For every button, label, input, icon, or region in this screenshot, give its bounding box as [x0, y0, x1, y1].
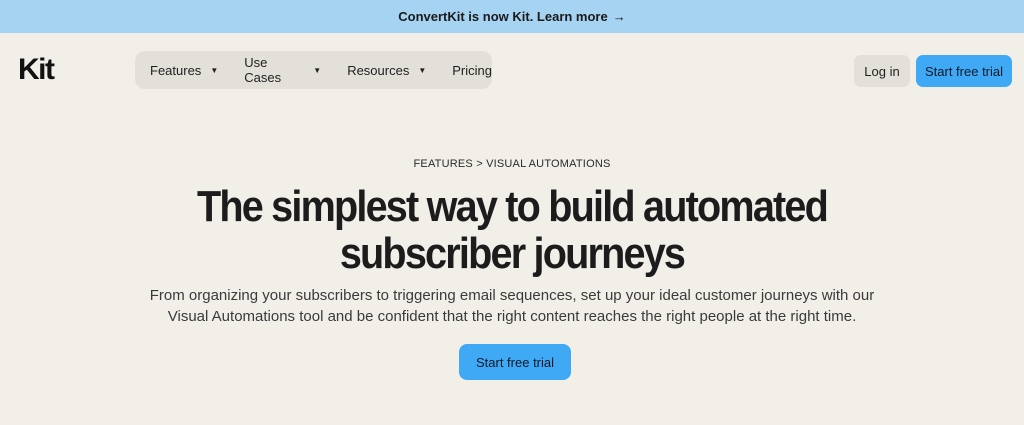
nav-item-use-cases[interactable]: Use Cases ▼	[244, 55, 321, 85]
nav-item-resources[interactable]: Resources ▼	[347, 63, 426, 78]
main-navigation: Kit Features ▼ Use Cases ▼ Resources ▼ P…	[0, 33, 1024, 108]
caret-down-icon: ▼	[313, 65, 322, 75]
description-line-2: Visual Automations tool and be confident…	[167, 308, 857, 325]
description-line-1: From organizing your subscribers to trig…	[149, 287, 875, 304]
hero-description: From organizing your subscribers to trig…	[0, 285, 1024, 327]
caret-down-icon: ▼	[418, 65, 427, 75]
banner-text[interactable]: ConvertKit is now Kit. Learn more	[398, 9, 607, 24]
nav-menu: Features ▼ Use Cases ▼ Resources ▼ Prici…	[135, 51, 492, 89]
arrow-right-icon: →	[612, 9, 626, 24]
nav-item-features[interactable]: Features ▼	[150, 63, 218, 78]
headline-line-1: The simplest way to build automated	[196, 182, 829, 231]
nav-item-label: Features	[150, 62, 202, 78]
login-button[interactable]: Log in	[854, 55, 910, 87]
announcement-banner[interactable]: ConvertKit is now Kit. Learn more →	[0, 0, 1024, 33]
nav-item-label: Resources	[347, 62, 410, 78]
headline-line-2: subscriber journeys	[339, 229, 686, 278]
breadcrumb: FEATURES > VISUAL AUTOMATIONS	[413, 158, 611, 170]
page-title: The simplest way to build automated subs…	[51, 183, 973, 277]
start-free-trial-button[interactable]: Start free trial	[459, 344, 571, 380]
nav-item-label: Pricing	[452, 62, 492, 78]
kit-logo[interactable]: Kit	[18, 55, 55, 85]
nav-item-pricing[interactable]: Pricing	[452, 63, 492, 78]
caret-down-icon: ▼	[210, 65, 219, 75]
start-free-trial-button-header[interactable]: Start free trial	[916, 55, 1012, 87]
nav-item-label: Use Cases	[244, 55, 282, 85]
